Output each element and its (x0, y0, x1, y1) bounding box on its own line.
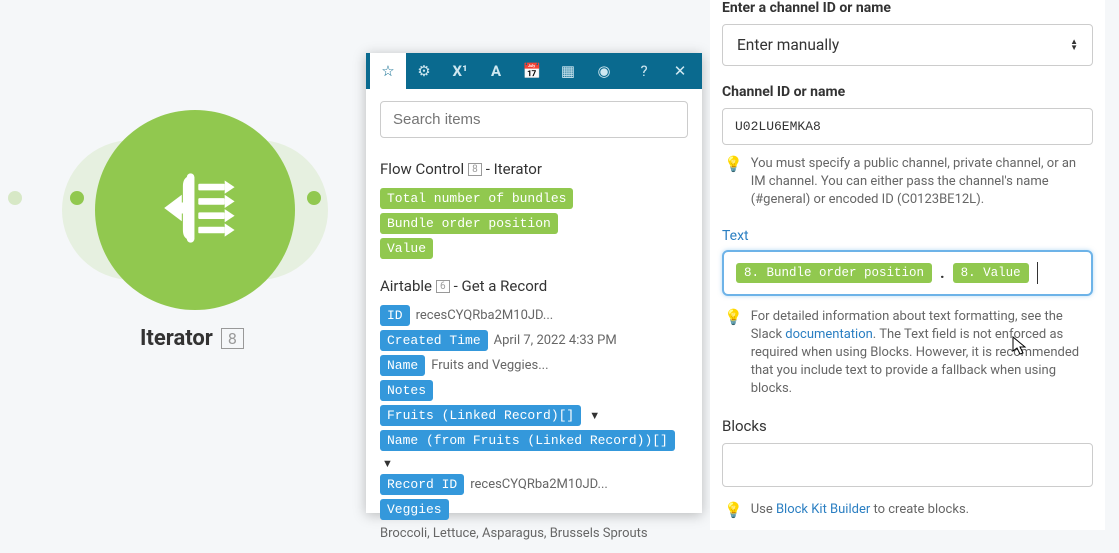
variable-icon: X¹ (452, 62, 467, 80)
channel-hint: 💡 You must specify a public channel, pri… (722, 155, 1093, 210)
pill-veggies[interactable]: Veggies (380, 499, 449, 520)
section-heading: Airtable 6 - Get a Record (380, 277, 688, 295)
tab-date[interactable]: 📅 (514, 53, 550, 89)
pill-value-text: Fruits and Veggies... (431, 358, 548, 373)
iterator-module[interactable] (95, 110, 295, 310)
gear-icon: ⚙ (417, 62, 430, 80)
section-heading: Flow Control 8 - Iterator (380, 160, 688, 178)
pill-bundle-order[interactable]: Bundle order position (380, 213, 558, 234)
block-kit-link[interactable]: Block Kit Builder (776, 502, 870, 517)
tab-star[interactable]: ☆ (370, 53, 406, 89)
chevron-down-icon[interactable]: ▼ (589, 409, 600, 422)
connector-dot[interactable] (70, 191, 84, 205)
grid-icon: ▦ (561, 62, 575, 80)
text-hint: 💡 For detailed information about text fo… (722, 308, 1093, 399)
pill-value-text: Broccoli, Lettuce, Asparagus, Brussels S… (380, 526, 648, 541)
iterator-icon (140, 153, 250, 267)
star-icon: ☆ (381, 62, 394, 80)
chip-value[interactable]: 8. Value (953, 263, 1029, 283)
documentation-link[interactable]: documentation (785, 327, 873, 342)
tab-other[interactable]: ◉ (586, 53, 622, 89)
channel-method-select[interactable]: Enter manually ▲▼ (722, 24, 1093, 66)
blocks-hint: 💡 Use Block Kit Builder to create blocks… (722, 501, 1093, 519)
pill-id[interactable]: ID (380, 305, 410, 326)
tab-help[interactable]: ? (626, 53, 662, 89)
pill-value-text: April 7, 2022 4:33 PM (494, 333, 617, 348)
chip-bundle-order[interactable]: 8. Bundle order position (736, 263, 932, 283)
bulb-icon: 💡 (724, 308, 743, 399)
text-cursor (1037, 262, 1038, 284)
text-section-label[interactable]: Text (722, 228, 1093, 244)
pill-value[interactable]: Value (380, 238, 433, 259)
pill-record-id[interactable]: Record ID (380, 474, 464, 495)
question-icon: ? (640, 62, 647, 80)
channel-id-heading: Channel ID or name (722, 84, 1093, 100)
hint-text: For detailed information about text form… (751, 308, 1093, 399)
slack-config-panel: Enter a channel ID or name Enter manuall… (710, 0, 1105, 530)
channel-id-input[interactable]: U02LU6EMKA8 (722, 108, 1093, 145)
tab-variables[interactable]: X¹ (442, 53, 478, 89)
pill-value-text: recesCYQRba2M10JD... (470, 477, 608, 492)
separator-dot: . (940, 263, 945, 282)
misc-icon: ◉ (597, 62, 610, 80)
pill-value-text: recesCYQRba2M10JD... (416, 308, 554, 323)
blocks-input[interactable] (722, 443, 1093, 487)
module-name: Iterator (140, 326, 213, 351)
scenario-canvas: Iterator 8 (0, 0, 370, 530)
bulb-icon: 💡 (724, 155, 743, 210)
tab-array[interactable]: ▦ (550, 53, 586, 89)
items-picker-panel: ☆ ⚙ X¹ A 📅 ▦ ◉ ? ✕ Flow Control (366, 53, 702, 513)
module-label: Iterator 8 (140, 326, 244, 351)
select-value: Enter manually (737, 36, 839, 54)
bulb-icon: 💡 (724, 501, 743, 519)
select-caret-icon: ▲▼ (1070, 39, 1078, 51)
chevron-down-icon[interactable]: ▼ (382, 457, 393, 470)
connector-dot[interactable] (307, 191, 321, 205)
hint-text: Use Block Kit Builder to create blocks. (751, 501, 969, 519)
pill-total-bundles[interactable]: Total number of bundles (380, 188, 573, 209)
pill-name-from-fruits[interactable]: Name (from Fruits (Linked Record))[] (380, 430, 675, 451)
tab-text[interactable]: A (478, 53, 514, 89)
connector-dot (8, 191, 22, 205)
close-icon: ✕ (674, 62, 687, 80)
blocks-label: Blocks (722, 417, 1093, 435)
channel-method-heading: Enter a channel ID or name (722, 0, 1093, 16)
tab-settings[interactable]: ⚙ (406, 53, 442, 89)
module-number: 8 (221, 328, 244, 349)
picker-tabs: ☆ ⚙ X¹ A 📅 ▦ ◉ ? ✕ (366, 53, 702, 89)
calendar-icon: 📅 (523, 62, 542, 80)
pill-notes[interactable]: Notes (380, 380, 433, 401)
pill-name[interactable]: Name (380, 355, 425, 376)
tab-close[interactable]: ✕ (662, 53, 698, 89)
pill-fruits-linked[interactable]: Fruits (Linked Record)[] (380, 405, 581, 426)
search-input[interactable] (380, 101, 688, 138)
text-icon: A (491, 62, 501, 80)
text-input[interactable]: 8. Bundle order position . 8. Value (722, 250, 1093, 296)
pill-created-time[interactable]: Created Time (380, 330, 488, 351)
hint-text: You must specify a public channel, priva… (751, 155, 1093, 210)
